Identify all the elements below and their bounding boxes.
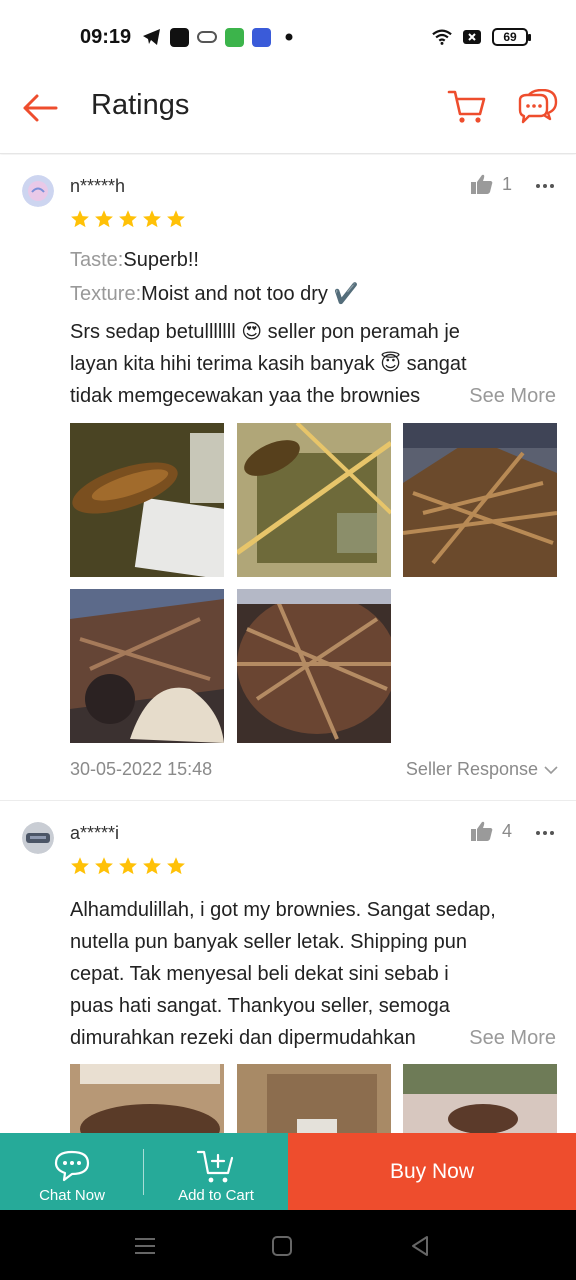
star-icon — [95, 857, 113, 875]
review-text-line: layan kita hihi terima kasih banyak 😇 sa… — [70, 353, 467, 375]
review-text-line: dimurahkan rezeki dan dipermudahkan See … — [70, 1022, 556, 1054]
star-icon — [143, 857, 161, 875]
star-icon — [143, 210, 161, 228]
add-to-cart-button[interactable]: Add to Cart — [144, 1133, 288, 1210]
attribute-taste: Taste:Superb!! — [70, 249, 199, 271]
app-icon — [170, 27, 189, 47]
review-text-line: puas hati sangat. Thankyou seller, semog… — [70, 995, 450, 1017]
avatar[interactable] — [22, 822, 54, 854]
star-icon — [119, 210, 137, 228]
star-icon — [167, 857, 185, 875]
rating-stars — [70, 209, 186, 229]
chat-icon — [518, 89, 558, 124]
back-arrow-icon — [23, 94, 58, 122]
home-icon[interactable] — [268, 1232, 296, 1260]
rating-stars — [70, 856, 186, 876]
review-text-line: nutella pun banyak seller letak. Shippin… — [70, 931, 467, 953]
system-icons: 69 — [432, 27, 531, 47]
more-button[interactable] — [532, 820, 558, 846]
star-icon — [71, 857, 89, 875]
app-green-icon — [225, 27, 244, 47]
reviewer-name: a*****i — [70, 823, 120, 843]
review-text-line: tidak memgecewakan yaa the brownies See … — [70, 380, 556, 412]
menu-icon[interactable] — [131, 1232, 159, 1260]
attribute-texture: Texture:Moist and not too dry ✔️ — [70, 283, 359, 305]
chevron-down-icon — [544, 765, 558, 774]
like-count: 1 — [502, 173, 513, 194]
review-photo[interactable] — [237, 1064, 391, 1134]
review-text: Srs sedap betulllllll 😍 seller pon peram… — [70, 316, 556, 412]
review-card: a*****i 4 Alhamdulillah, i got my browni… — [0, 802, 576, 1134]
chat-now-label: Chat Now — [39, 1187, 105, 1204]
star-icon — [167, 210, 185, 228]
like-button[interactable]: 4 — [470, 820, 512, 842]
review-photo[interactable] — [70, 589, 224, 743]
battery-indicator: 69 — [492, 28, 531, 46]
add-to-cart-icon — [196, 1150, 234, 1183]
thumbs-up-icon — [471, 821, 493, 841]
review-text-line: Alhamdulillah, i got my brownies. Sangat… — [70, 899, 496, 921]
telegram-icon — [142, 27, 162, 47]
review-text-line: Srs sedap betulllllll 😍 seller pon peram… — [70, 321, 460, 343]
like-button[interactable]: 1 — [470, 173, 512, 195]
status-bar: 09:19 69 — [0, 0, 576, 76]
action-group: Chat Now Add to Cart — [0, 1133, 288, 1210]
more-icon — [536, 831, 540, 835]
review-photo[interactable] — [403, 423, 557, 577]
game-icon — [197, 27, 217, 47]
back-icon[interactable] — [406, 1232, 434, 1260]
page-title: Ratings — [91, 89, 190, 121]
wifi-icon — [432, 27, 452, 47]
avatar[interactable] — [22, 175, 54, 207]
add-to-cart-label: Add to Cart — [178, 1187, 254, 1204]
star-icon — [119, 857, 137, 875]
cart-button[interactable] — [444, 84, 490, 130]
review-text: Alhamdulillah, i got my brownies. Sangat… — [70, 894, 556, 1054]
see-more-link[interactable]: See More — [437, 380, 556, 412]
star-icon — [71, 210, 89, 228]
system-nav-bar — [0, 1210, 576, 1280]
review-timestamp: 30-05-2022 15:48 — [70, 759, 213, 779]
app-header: Ratings — [0, 76, 576, 154]
thumbs-up-icon — [471, 174, 493, 194]
chat-button[interactable] — [514, 84, 560, 130]
dot-icon — [279, 27, 299, 47]
review-card: n*****h 1 Taste:Superb!! Texture:Moist a… — [0, 155, 576, 801]
review-photo[interactable] — [403, 1064, 557, 1134]
reviewer-name: n*****h — [70, 176, 126, 196]
more-button[interactable] — [532, 173, 558, 199]
star-icon — [95, 210, 113, 228]
no-sim-icon — [462, 27, 482, 47]
status-time: 09:19 — [80, 26, 132, 48]
review-photo[interactable] — [70, 1064, 224, 1134]
notification-icons — [142, 27, 299, 47]
review-text-line: cepat. Tak menyesal beli dekat sini seba… — [70, 963, 449, 985]
bottom-action-bar: Chat Now Add to Cart Buy Now — [0, 1133, 576, 1210]
review-photo[interactable] — [237, 589, 391, 743]
review-photo[interactable] — [70, 423, 224, 577]
chat-now-button[interactable]: Chat Now — [0, 1133, 144, 1210]
seller-response-toggle[interactable]: Seller Response — [406, 759, 558, 780]
cart-icon — [447, 90, 486, 123]
buy-now-button[interactable]: Buy Now — [288, 1133, 576, 1210]
review-photo[interactable] — [237, 423, 391, 577]
like-count: 4 — [502, 820, 513, 841]
back-button[interactable] — [18, 88, 62, 128]
chat-icon — [54, 1150, 90, 1182]
app-blue-icon — [252, 27, 271, 47]
more-icon — [536, 184, 540, 188]
see-more-link[interactable]: See More — [437, 1022, 556, 1054]
